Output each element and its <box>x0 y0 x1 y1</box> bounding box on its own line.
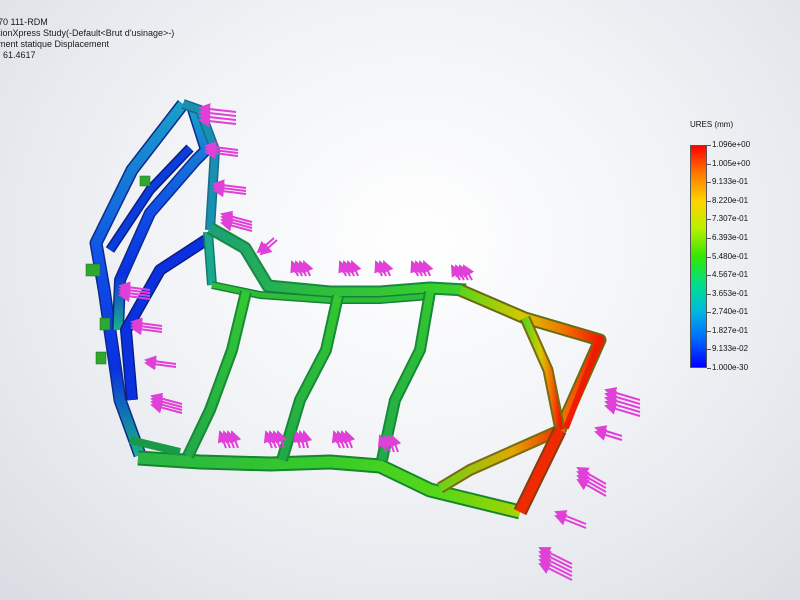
legend-tick <box>707 293 711 295</box>
results-legend: URES (mm) 1.096e+00 1.005e+00 9.133e-01 8.2… <box>690 120 772 372</box>
legend-tick <box>707 368 711 369</box>
legend-value: 1.096e+00 <box>712 140 751 149</box>
legend-tick <box>707 237 711 239</box>
legend-tick <box>707 219 711 221</box>
legend-tick <box>707 275 711 277</box>
legend-value: 7.307e-01 <box>712 214 749 224</box>
legend-value: 4.567e-01 <box>712 270 749 280</box>
force-arrow-icon <box>300 430 313 449</box>
legend-tick <box>707 182 711 184</box>
legend-value: 1.005e+00 <box>712 158 751 168</box>
legend-tick <box>707 145 711 146</box>
force-arrow-icon <box>538 555 573 573</box>
legend-labels: 1.096e+00 1.005e+00 9.133e-01 8.220e-01 7.30… <box>712 120 772 372</box>
legend-value: 9.133e-01 <box>712 177 749 187</box>
legend-value: 3.653e-01 <box>712 288 749 298</box>
legend-tick <box>707 312 711 314</box>
legend-tick <box>707 256 711 258</box>
force-arrow-icon <box>594 429 623 441</box>
force-arrow-icon <box>594 425 623 437</box>
force-arrow-icon <box>296 430 309 449</box>
legend-value: 2.740e-01 <box>712 307 749 317</box>
legend-value: 1.827e-01 <box>712 325 749 335</box>
legend-tick <box>707 330 711 332</box>
legend-value: 9.133e-02 <box>712 344 749 354</box>
force-arrow-icon <box>576 475 607 493</box>
legend-value: 1.000e-30 <box>712 363 749 372</box>
force-arrow-icon <box>451 264 463 281</box>
legend-tick <box>707 163 711 165</box>
legend-value: 5.480e-01 <box>712 251 749 261</box>
fixture-icon <box>99 317 111 331</box>
force-loads <box>118 103 641 581</box>
force-arrow-icon <box>576 471 607 489</box>
legend-value: 6.393e-01 <box>712 232 749 242</box>
nose-section <box>436 284 607 516</box>
legend-tick <box>707 349 711 351</box>
force-arrow-icon <box>459 264 471 281</box>
model-viewport[interactable] <box>0 0 800 600</box>
top-rail <box>206 222 467 304</box>
fixture-icon <box>85 263 101 277</box>
force-arrow-icon <box>455 264 467 281</box>
force-arrow-icon <box>463 264 475 281</box>
force-arrow-icon <box>292 430 305 449</box>
fixture-icon <box>139 175 151 187</box>
fixture-icon <box>95 351 107 365</box>
legend-tick <box>707 200 711 202</box>
legend-value: 8.220e-01 <box>712 195 749 205</box>
color-scale-bar <box>690 145 707 368</box>
